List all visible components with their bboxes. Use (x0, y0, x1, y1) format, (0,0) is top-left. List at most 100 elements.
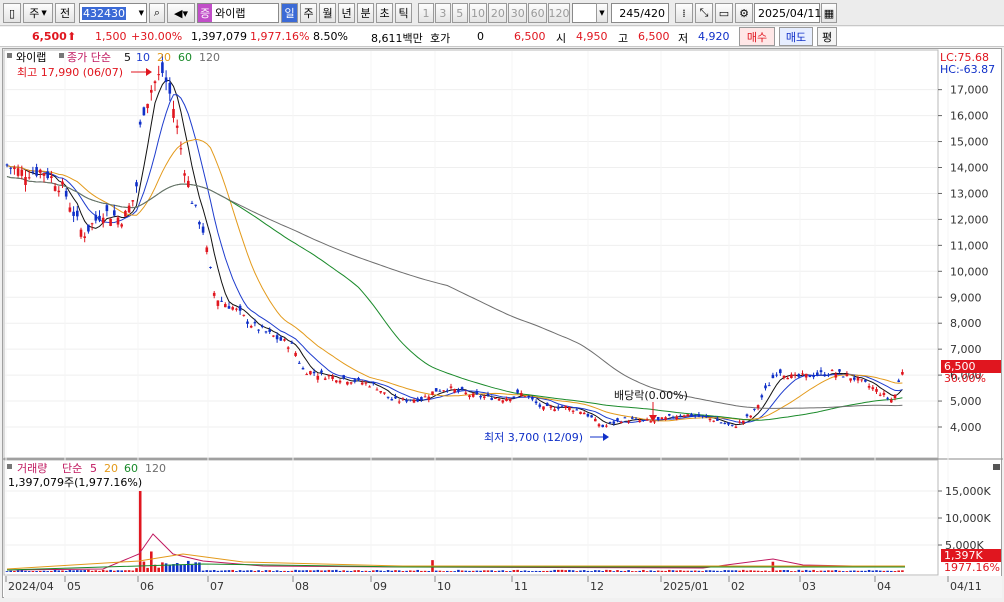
volume-bar (235, 571, 238, 572)
candle-body (446, 390, 449, 392)
volume-bar (520, 570, 523, 572)
volume-bar (619, 570, 623, 572)
volume-bar (856, 570, 860, 572)
date-input[interactable]: 2025/04/11 (754, 3, 821, 23)
candle-body (346, 381, 349, 385)
volume-bar (312, 570, 316, 572)
candle-body (335, 380, 338, 383)
volume-bar (146, 567, 149, 572)
sell-button[interactable]: 매도 (779, 27, 813, 46)
candle-body (157, 74, 160, 76)
candle-body (594, 418, 597, 422)
open-label: 시 (556, 32, 567, 45)
candle-body (113, 210, 116, 216)
candle-body (201, 226, 205, 233)
interval-tab[interactable]: 5 (451, 3, 468, 23)
candle-body (68, 207, 72, 212)
mode-select-1[interactable]: 주 ▼ (23, 3, 53, 23)
expand-icon[interactable]: ▭ (715, 3, 733, 23)
price-tick-label: 16,000 (950, 110, 989, 123)
calendar-icon[interactable]: ▦ (821, 3, 837, 23)
candle-body (227, 306, 231, 309)
candle-body (9, 167, 12, 169)
ma20-legend: 20 (157, 51, 171, 64)
period-tab[interactable]: 년 (338, 3, 355, 23)
volume-bar (867, 569, 871, 572)
candle-body (605, 425, 608, 427)
candle-body (453, 389, 456, 393)
volume-bar (57, 570, 61, 572)
volume-bar (479, 570, 482, 572)
volume-bar (346, 570, 349, 572)
period-tab[interactable]: 주 (300, 3, 317, 23)
candle-body (508, 398, 512, 402)
interval-tab[interactable]: 60 (528, 3, 547, 23)
volume-bar (808, 570, 812, 572)
ma5-legend: 5 (124, 51, 131, 64)
buy-button[interactable]: 매수 (739, 27, 775, 46)
stock-name-field[interactable]: 증 와이랩 (197, 3, 279, 23)
volume-bar (564, 570, 567, 572)
chart-menu-icon[interactable]: ▯ (3, 3, 21, 23)
candle-body (479, 395, 482, 398)
maximize-icon[interactable] (993, 464, 1000, 470)
candle-body (13, 167, 16, 170)
period-tab[interactable]: 분 (357, 3, 374, 23)
volume-bar (357, 570, 360, 572)
search-icon[interactable]: ⌕ (149, 3, 165, 23)
volume-bar (335, 569, 338, 572)
hoga-value: 0 (477, 30, 484, 43)
candle-body (390, 399, 394, 401)
candle-body (246, 321, 249, 324)
chart-area[interactable]: 와이랩 종가 단순 5 10 20 60 120 LC:75.68 HC:-63… (2, 48, 1003, 599)
candle-body (841, 376, 845, 378)
interval-tab[interactable]: 10 (468, 3, 488, 23)
period-tab[interactable]: 월 (319, 3, 336, 23)
volume-bar (449, 571, 453, 572)
period-tab[interactable]: 일 (281, 3, 298, 23)
chevron-down-icon[interactable]: ▼ (139, 9, 144, 17)
interval-tab[interactable]: 1 (418, 3, 434, 23)
candle-body (638, 420, 641, 423)
candle-body (579, 411, 582, 415)
zoom-icon[interactable]: ⤡ (695, 3, 713, 23)
candle-body (420, 397, 423, 400)
candle-body (35, 167, 38, 176)
mode-select-2[interactable]: 전 (55, 3, 75, 23)
interval-tab[interactable]: 120 (548, 3, 570, 23)
volume-bar (39, 570, 42, 572)
volume-bar (168, 564, 172, 572)
volume-bar (338, 570, 342, 572)
chevron-down-icon[interactable]: ▼ (596, 3, 608, 23)
candle-body (756, 405, 760, 409)
volume-bar (675, 570, 678, 572)
stock-code-input[interactable]: 432430 ▼ (79, 3, 147, 23)
interval-tab[interactable]: 3 (434, 3, 451, 23)
period-tab[interactable]: 초 (376, 3, 393, 23)
price-tick-label: 5,000 (950, 395, 982, 408)
period-tab[interactable]: 틱 (395, 3, 412, 23)
ma-toggle-icon[interactable] (59, 53, 64, 58)
chart-canvas[interactable]: 와이랩 종가 단순 5 10 20 60 120 LC:75.68 HC:-63… (3, 49, 1003, 599)
candle-body (631, 417, 634, 419)
candle-body (853, 377, 856, 380)
interval-tab[interactable]: 30 (508, 3, 528, 23)
candle-body (431, 391, 434, 395)
candle-body (94, 214, 98, 221)
gear-icon[interactable]: ⚙ (735, 3, 753, 23)
sound-icon[interactable]: ◀▾ (167, 3, 195, 23)
panel-toggle-icon[interactable] (7, 53, 12, 58)
candle-body (649, 421, 653, 423)
volume-toggle-icon[interactable] (7, 464, 12, 469)
grid-icon[interactable]: ⁞ (675, 3, 693, 23)
count-field[interactable]: 245/420 (611, 3, 669, 23)
volume-bar (764, 570, 767, 572)
volume-bar (90, 570, 94, 572)
volume-bar (331, 570, 334, 572)
candle-body (878, 394, 882, 396)
eval-button[interactable]: 평 (817, 27, 837, 46)
candle-body (342, 375, 345, 379)
interval-tab[interactable]: 20 (488, 3, 508, 23)
time-tick-label: 2025/01 (663, 580, 709, 593)
candle-body (172, 108, 175, 118)
